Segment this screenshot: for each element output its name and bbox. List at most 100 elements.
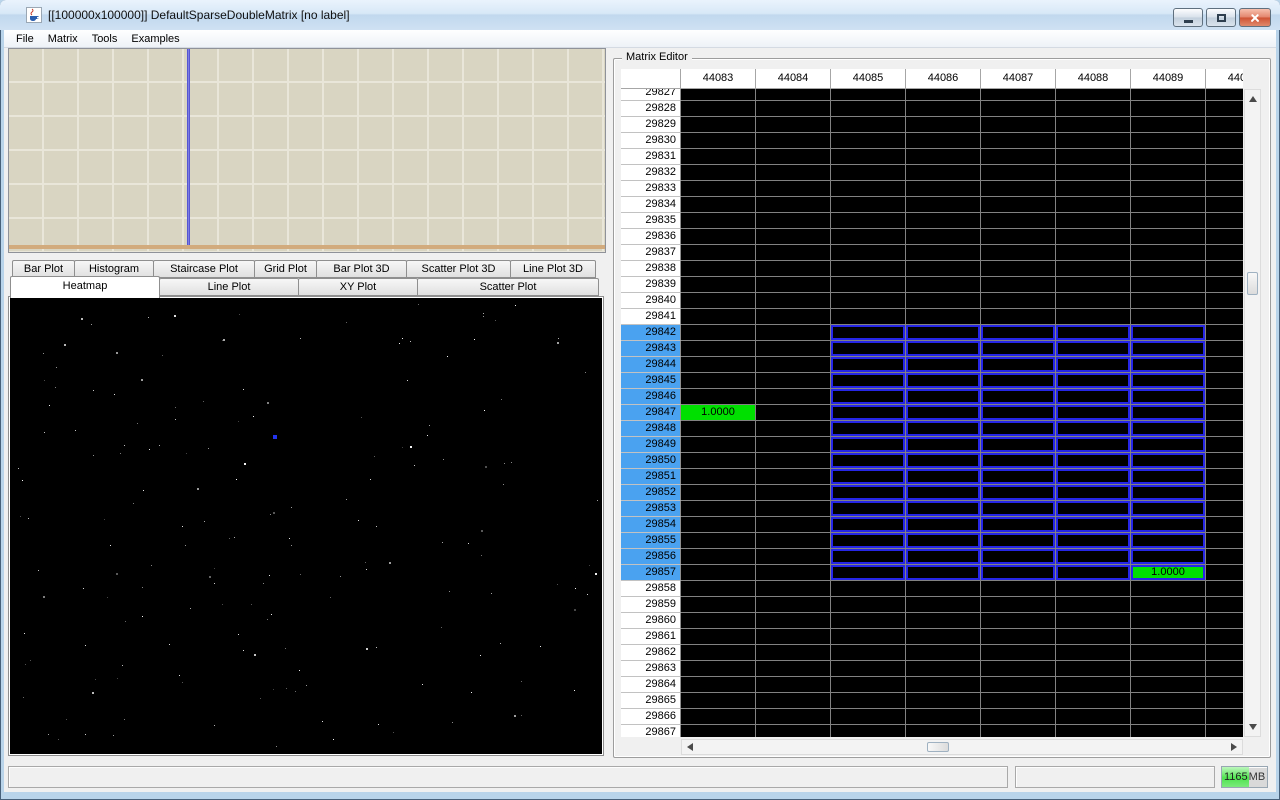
- matrix-cell[interactable]: [906, 709, 981, 725]
- matrix-cell[interactable]: [1131, 373, 1206, 389]
- matrix-cell[interactable]: [681, 117, 756, 133]
- matrix-cell[interactable]: [681, 89, 756, 101]
- matrix-cell[interactable]: [981, 613, 1056, 629]
- matrix-cell[interactable]: [831, 725, 906, 737]
- matrix-cell[interactable]: [1206, 485, 1243, 501]
- matrix-cell[interactable]: [756, 421, 831, 437]
- matrix-cell[interactable]: [906, 261, 981, 277]
- row-header-cell[interactable]: 29844: [621, 357, 681, 373]
- matrix-cell[interactable]: [1056, 485, 1131, 501]
- matrix-cell[interactable]: [681, 389, 756, 405]
- matrix-cell[interactable]: [681, 181, 756, 197]
- matrix-cell[interactable]: [681, 485, 756, 501]
- matrix-cell[interactable]: [756, 549, 831, 565]
- matrix-cell[interactable]: [906, 197, 981, 213]
- matrix-cell[interactable]: [1131, 213, 1206, 229]
- matrix-cell[interactable]: [1206, 389, 1243, 405]
- matrix-cell[interactable]: [1206, 517, 1243, 533]
- matrix-cell[interactable]: [906, 245, 981, 261]
- matrix-cell[interactable]: [906, 597, 981, 613]
- row-header-cell[interactable]: 29846: [621, 389, 681, 405]
- matrix-cell[interactable]: [831, 437, 906, 453]
- matrix-cell[interactable]: [1206, 197, 1243, 213]
- matrix-cell[interactable]: [756, 453, 831, 469]
- matrix-cell[interactable]: [681, 197, 756, 213]
- matrix-cell[interactable]: [1056, 165, 1131, 181]
- matrix-cell[interactable]: [1131, 677, 1206, 693]
- matrix-cell[interactable]: [1131, 709, 1206, 725]
- matrix-cell[interactable]: [831, 421, 906, 437]
- minimize-button[interactable]: [1173, 8, 1203, 27]
- scroll-up-arrow-icon[interactable]: [1249, 96, 1257, 102]
- matrix-cell[interactable]: [1131, 181, 1206, 197]
- matrix-cell[interactable]: [1206, 117, 1243, 133]
- matrix-cell[interactable]: [1131, 325, 1206, 341]
- column-header-cell[interactable]: 44086: [906, 69, 981, 89]
- matrix-cell[interactable]: [981, 341, 1056, 357]
- tab-staircase-plot[interactable]: Staircase Plot: [153, 260, 255, 278]
- matrix-cell[interactable]: [906, 517, 981, 533]
- matrix-cell[interactable]: [1206, 437, 1243, 453]
- matrix-cell[interactable]: [906, 613, 981, 629]
- matrix-cell[interactable]: [906, 405, 981, 421]
- matrix-cell[interactable]: [1056, 357, 1131, 373]
- matrix-cell[interactable]: [756, 485, 831, 501]
- matrix-cell[interactable]: [1056, 133, 1131, 149]
- matrix-cell[interactable]: [756, 89, 831, 101]
- matrix-cell[interactable]: [981, 501, 1056, 517]
- matrix-cell[interactable]: [1206, 181, 1243, 197]
- matrix-cell[interactable]: [756, 693, 831, 709]
- matrix-cell[interactable]: [1131, 693, 1206, 709]
- matrix-cell[interactable]: [681, 341, 756, 357]
- row-header-cell[interactable]: 29838: [621, 261, 681, 277]
- matrix-cell[interactable]: [756, 277, 831, 293]
- matrix-cell[interactable]: [1056, 677, 1131, 693]
- matrix-cell[interactable]: [1056, 661, 1131, 677]
- row-header-cell[interactable]: 29835: [621, 213, 681, 229]
- matrix-cell[interactable]: [681, 693, 756, 709]
- row-header-cell[interactable]: 29855: [621, 533, 681, 549]
- matrix-cell[interactable]: [831, 405, 906, 421]
- matrix-cell[interactable]: [1206, 89, 1243, 101]
- matrix-cell[interactable]: [1131, 421, 1206, 437]
- row-header-cell[interactable]: 29834: [621, 197, 681, 213]
- matrix-cell[interactable]: [681, 277, 756, 293]
- matrix-cell[interactable]: [756, 341, 831, 357]
- matrix-cell[interactable]: [831, 549, 906, 565]
- matrix-cell[interactable]: [756, 389, 831, 405]
- matrix-cell[interactable]: [1056, 277, 1131, 293]
- matrix-cell[interactable]: [1131, 197, 1206, 213]
- matrix-cell[interactable]: [681, 165, 756, 181]
- row-header-cell[interactable]: 29861: [621, 629, 681, 645]
- matrix-cell[interactable]: [756, 645, 831, 661]
- matrix-cell[interactable]: [831, 485, 906, 501]
- matrix-cell[interactable]: [1131, 725, 1206, 737]
- matrix-cell[interactable]: [906, 101, 981, 117]
- matrix-cell[interactable]: [681, 437, 756, 453]
- matrix-cell[interactable]: [906, 725, 981, 737]
- matrix-cell[interactable]: [1206, 581, 1243, 597]
- matrix-cell[interactable]: [981, 517, 1056, 533]
- matrix-cell[interactable]: [681, 645, 756, 661]
- matrix-cell[interactable]: [1056, 149, 1131, 165]
- row-header-cell[interactable]: 29830: [621, 133, 681, 149]
- matrix-cell[interactable]: [1056, 613, 1131, 629]
- matrix-cell[interactable]: [1206, 613, 1243, 629]
- matrix-cell[interactable]: [1131, 661, 1206, 677]
- matrix-cell[interactable]: [1131, 597, 1206, 613]
- matrix-cell[interactable]: [1206, 277, 1243, 293]
- matrix-cell[interactable]: [906, 213, 981, 229]
- matrix-cell[interactable]: [831, 581, 906, 597]
- matrix-cell[interactable]: [756, 133, 831, 149]
- matrix-cell[interactable]: [981, 709, 1056, 725]
- matrix-cell[interactable]: [831, 597, 906, 613]
- matrix-cell[interactable]: [1056, 197, 1131, 213]
- matrix-cell[interactable]: [681, 629, 756, 645]
- matrix-cell[interactable]: [1131, 149, 1206, 165]
- matrix-cell[interactable]: [981, 213, 1056, 229]
- matrix-cell[interactable]: [1056, 89, 1131, 101]
- row-header-cell[interactable]: 29859: [621, 597, 681, 613]
- matrix-cell[interactable]: [1131, 517, 1206, 533]
- matrix-cell[interactable]: [981, 357, 1056, 373]
- matrix-cell[interactable]: [756, 245, 831, 261]
